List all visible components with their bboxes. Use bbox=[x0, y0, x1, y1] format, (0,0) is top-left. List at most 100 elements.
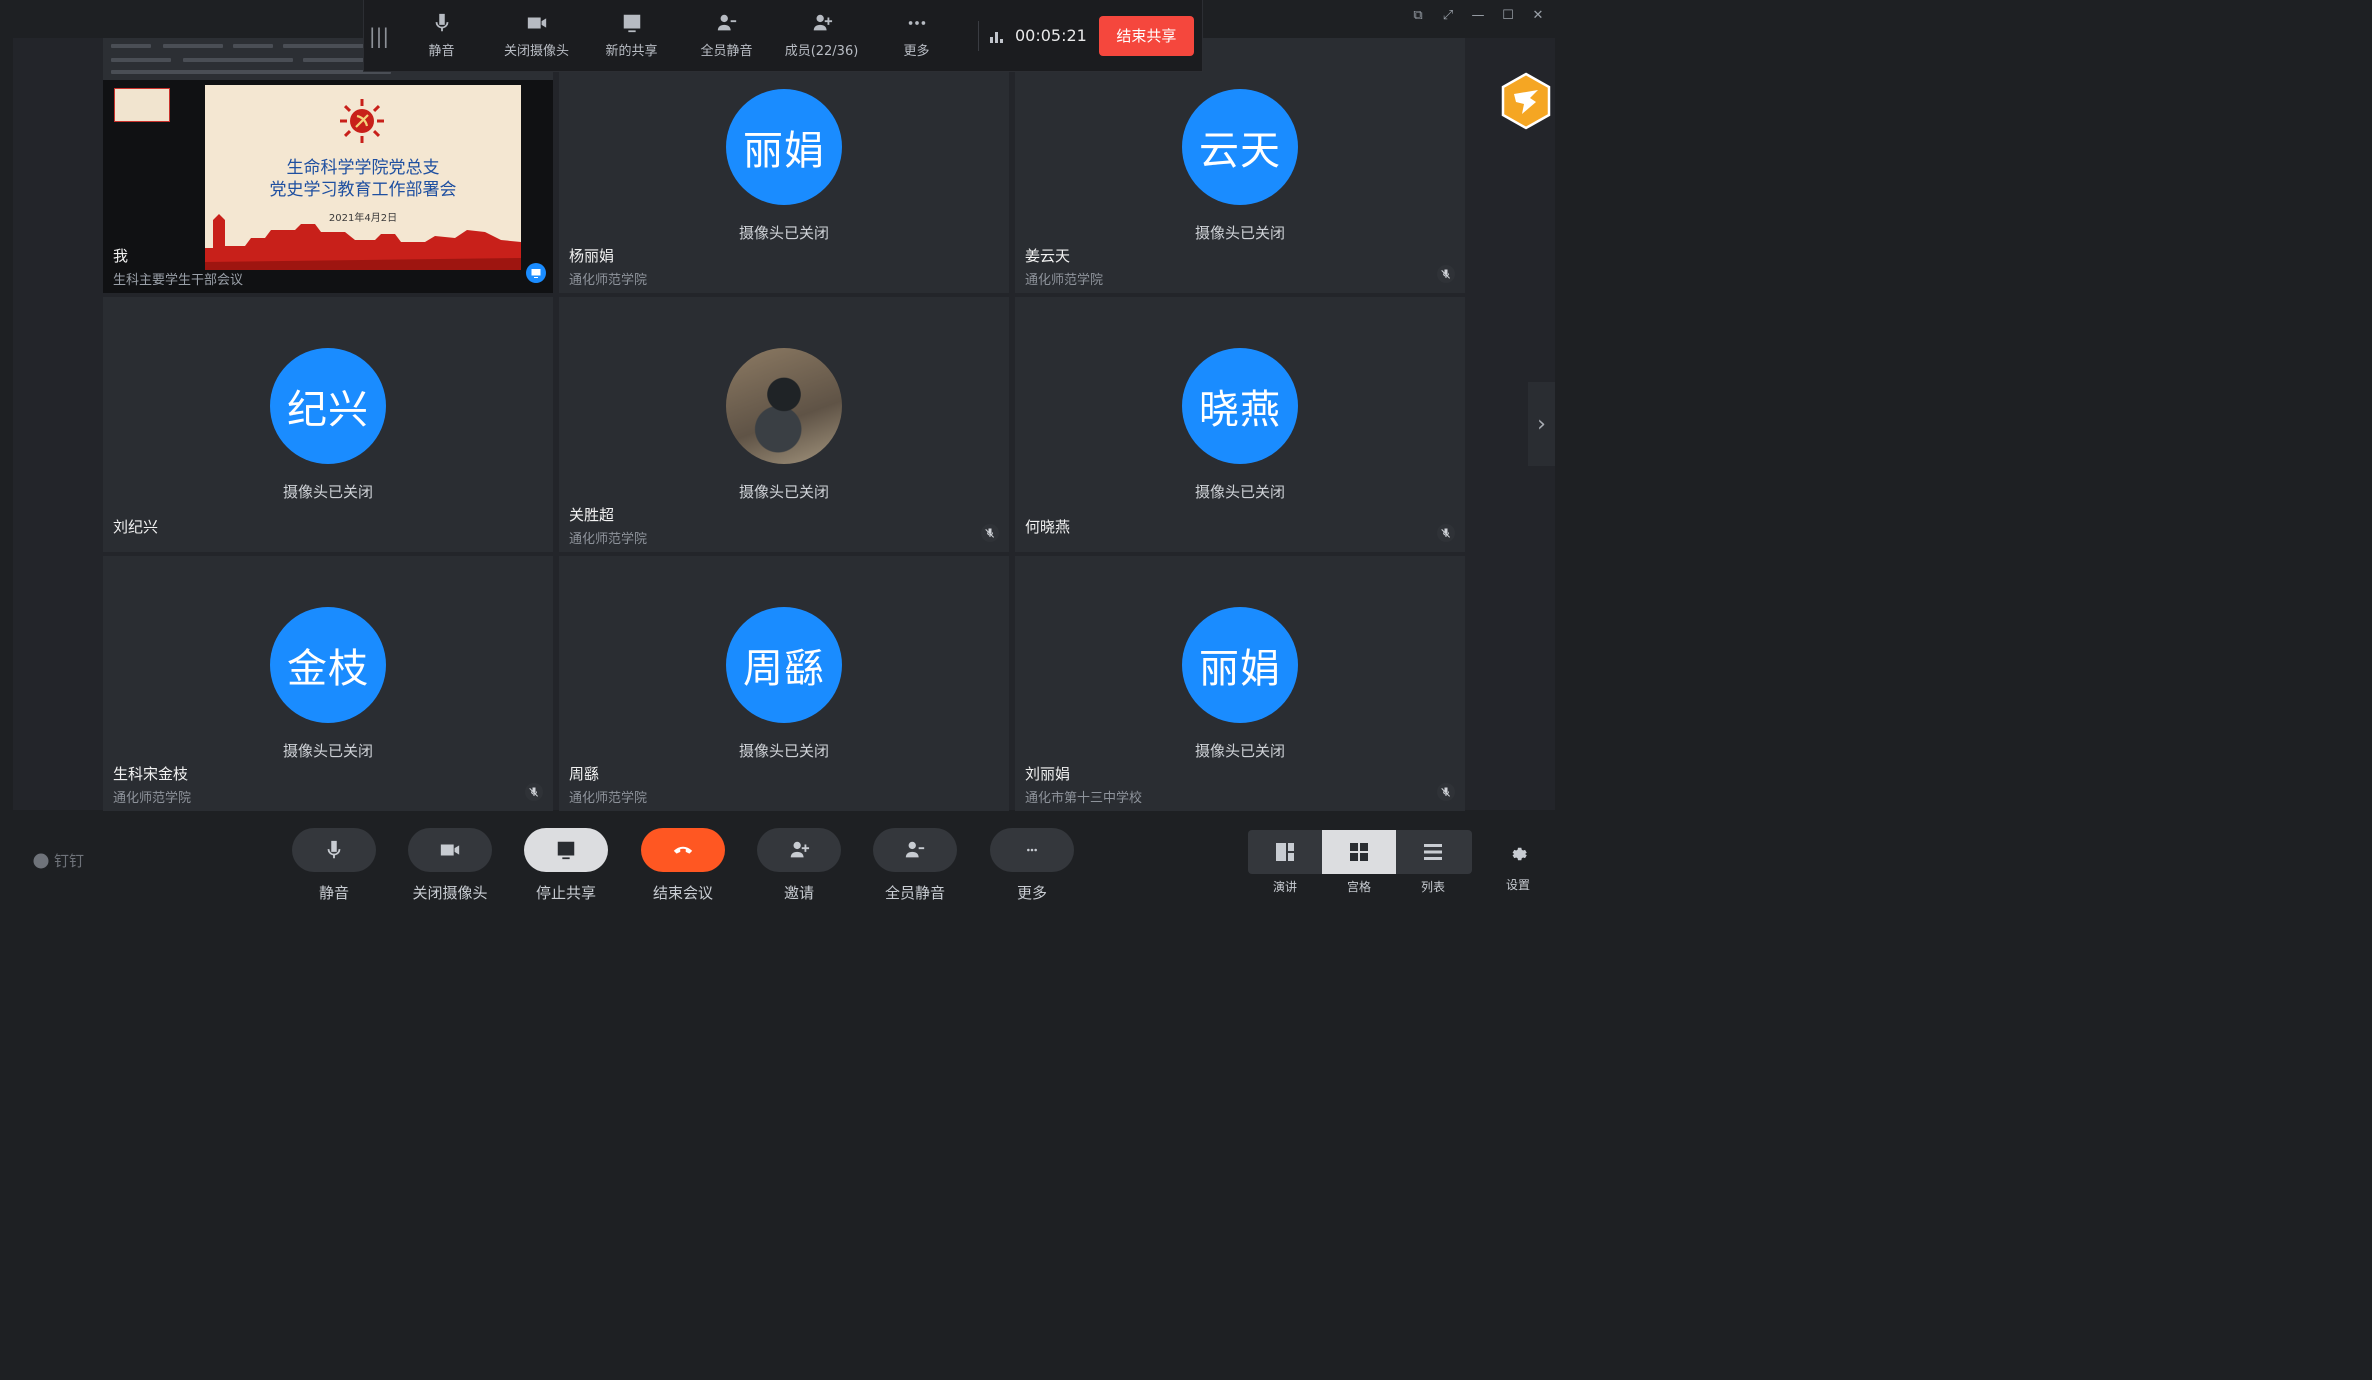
participant-name: 生科宋金枝 bbox=[113, 765, 189, 783]
participant-org: 通化师范学院 bbox=[569, 273, 648, 288]
avatar: 周繇 bbox=[726, 607, 842, 723]
participant-tile[interactable]: 丽娟 摄像头已关闭 杨丽娟 通化师范学院 bbox=[559, 38, 1009, 293]
share-screen-icon bbox=[557, 841, 575, 860]
gear-icon bbox=[1512, 847, 1527, 861]
layout-grid-label: 宫格 bbox=[1346, 880, 1371, 894]
toolbar-more-button[interactable]: 更多 bbox=[869, 0, 964, 72]
camera-off-status: 摄像头已关闭 bbox=[738, 224, 829, 242]
participant-name: 关胜超 bbox=[569, 506, 615, 524]
mic-muted-icon bbox=[1441, 528, 1450, 538]
more-icon bbox=[1027, 848, 1037, 852]
participant-name: 刘纪兴 bbox=[113, 518, 159, 536]
mute-button[interactable]: 静音 bbox=[291, 828, 377, 903]
end-meeting-button[interactable]: 结束会议 bbox=[640, 828, 726, 903]
toolbar-mute-all-button[interactable]: 全员静音 bbox=[679, 0, 774, 72]
invite-icon bbox=[790, 841, 810, 858]
toolbar-divider bbox=[978, 20, 979, 51]
brand: 钉钉 bbox=[32, 850, 84, 871]
participant-name: 我 bbox=[113, 247, 129, 265]
brand-name: 钉钉 bbox=[54, 852, 85, 870]
mute-all-icon bbox=[717, 14, 736, 31]
share-screen-icon bbox=[623, 14, 640, 33]
toolbar-new-share-button[interactable]: 新的共享 bbox=[584, 0, 679, 72]
video-grid: 生命科学学院党总支 党史学习教育工作部署会 2021年4月2日 我 生科主要学生… bbox=[13, 38, 1555, 811]
camera-off-status: 摄像头已关闭 bbox=[282, 483, 373, 501]
participant-tile[interactable]: 晓燕 摄像头已关闭 何晓燕 bbox=[1015, 297, 1465, 552]
avatar: 丽娟 bbox=[1182, 607, 1298, 723]
participant-tile[interactable]: 丽娟 摄像头已关闭 刘丽娟 通化市第十三中学校 bbox=[1015, 556, 1465, 811]
mic-icon bbox=[327, 840, 341, 859]
participant-tile[interactable]: 金枝 摄像头已关闭 生科宋金枝 通化师范学院 bbox=[103, 556, 553, 811]
participant-org: 通化师范学院 bbox=[1025, 273, 1104, 288]
avatar: 纪兴 bbox=[270, 348, 386, 464]
layout-switcher bbox=[1248, 830, 1472, 874]
camera-off-status: 摄像头已关闭 bbox=[1194, 742, 1285, 760]
participant-tile[interactable]: 摄像头已关闭 关胜超 通化师范学院 bbox=[559, 297, 1009, 552]
stop-share-button[interactable]: 停止共享 bbox=[523, 828, 609, 903]
more-button[interactable]: 更多 bbox=[989, 828, 1075, 903]
bottom-control-bar: 钉钉 静音 关闭摄像头 停止共享 结束会议 邀请 全员静音 更多 演讲 宫格 列… bbox=[0, 812, 1568, 912]
fullscreen-icon[interactable]: ⤢ bbox=[1440, 8, 1456, 24]
shared-screen-tile[interactable]: 生命科学学院党总支 党史学习教育工作部署会 2021年4月2日 我 生科主要学生… bbox=[103, 38, 553, 293]
settings-button[interactable]: 设置 bbox=[1504, 844, 1532, 893]
end-share-button[interactable]: 结束共享 bbox=[1098, 15, 1194, 56]
mic-muted-icon bbox=[985, 528, 994, 538]
mute-all-button[interactable]: 全员静音 bbox=[872, 828, 958, 903]
grid-layout-icon bbox=[1350, 843, 1368, 861]
participant-org: 通化市第十三中学校 bbox=[1025, 791, 1143, 806]
maximize-icon[interactable]: ☐ bbox=[1500, 8, 1516, 24]
timer-value: 00:05:21 bbox=[1015, 26, 1087, 45]
mic-muted-indicator bbox=[981, 524, 999, 542]
meeting-window: ⧉ ⤢ — ☐ ✕ 生命科学学院党总支 党史学习教育工作部署会 2021年4月2… bbox=[0, 0, 1568, 912]
signal-icon bbox=[990, 31, 1003, 43]
participant-org: 通化师范学院 bbox=[569, 532, 648, 547]
participant-name: 刘丽娟 bbox=[1025, 765, 1071, 783]
mic-muted-indicator bbox=[1437, 783, 1455, 801]
camera-off-status: 摄像头已关闭 bbox=[1194, 224, 1285, 242]
hangup-icon bbox=[673, 846, 693, 854]
toolbar-members-button[interactable]: 成员(22/36) bbox=[774, 0, 869, 72]
mic-muted-indicator bbox=[1437, 265, 1455, 283]
pip-icon[interactable]: ⧉ bbox=[1410, 8, 1426, 24]
meeting-subtitle: 生科主要学生干部会议 bbox=[113, 273, 244, 288]
invite-button[interactable]: 邀请 bbox=[756, 828, 842, 903]
members-icon bbox=[813, 14, 832, 31]
avatar: 金枝 bbox=[270, 607, 386, 723]
layout-grid-button[interactable] bbox=[1322, 830, 1396, 874]
layout-list-button[interactable] bbox=[1396, 830, 1470, 874]
dingtalk-logo-icon bbox=[33, 853, 49, 868]
participant-tile[interactable]: 周繇 摄像头已关闭 周繇 通化师范学院 bbox=[559, 556, 1009, 811]
assistant-logo-icon[interactable] bbox=[1500, 72, 1552, 130]
minimize-icon[interactable]: — bbox=[1470, 8, 1486, 24]
speaker-layout-icon bbox=[1276, 843, 1294, 861]
camera-off-status: 摄像头已关闭 bbox=[1194, 483, 1285, 501]
mic-muted-icon bbox=[529, 787, 538, 797]
participant-name: 何晓燕 bbox=[1025, 518, 1071, 536]
skyline-decoration bbox=[205, 214, 521, 270]
layout-speaker-label: 演讲 bbox=[1272, 880, 1297, 894]
camera-off-status: 摄像头已关闭 bbox=[282, 742, 373, 760]
layout-list-label: 列表 bbox=[1420, 880, 1445, 894]
close-icon[interactable]: ✕ bbox=[1530, 8, 1546, 24]
toolbar-mute-button[interactable]: 静音 bbox=[394, 0, 489, 72]
settings-label: 设置 bbox=[1505, 878, 1530, 892]
camera-icon bbox=[440, 844, 460, 856]
camera-off-status: 摄像头已关闭 bbox=[738, 483, 829, 501]
mic-icon bbox=[435, 13, 448, 32]
participant-tile[interactable]: 纪兴 摄像头已关闭 刘纪兴 bbox=[103, 297, 553, 552]
drag-handle-icon[interactable]: ||| bbox=[364, 24, 394, 48]
next-page-chevron-icon[interactable]: › bbox=[1528, 382, 1555, 466]
slide-title-line2: 党史学习教育工作部署会 bbox=[269, 180, 457, 200]
avatar: 丽娟 bbox=[726, 89, 842, 205]
layout-labels: 演讲 宫格 列表 bbox=[1248, 878, 1472, 895]
layout-speaker-button[interactable] bbox=[1248, 830, 1322, 874]
toolbar-camera-button[interactable]: 关闭摄像头 bbox=[489, 0, 584, 72]
window-controls: ⧉ ⤢ — ☐ ✕ bbox=[1410, 8, 1546, 24]
avatar: 晓燕 bbox=[1182, 348, 1298, 464]
mic-muted-icon bbox=[1441, 787, 1450, 797]
participant-name: 周繇 bbox=[569, 765, 600, 783]
participant-name: 杨丽娟 bbox=[569, 247, 615, 265]
list-layout-icon bbox=[1424, 844, 1442, 860]
participant-tile[interactable]: 云天 摄像头已关闭 姜云天 通化师范学院 bbox=[1015, 38, 1465, 293]
camera-button[interactable]: 关闭摄像头 bbox=[407, 828, 493, 903]
